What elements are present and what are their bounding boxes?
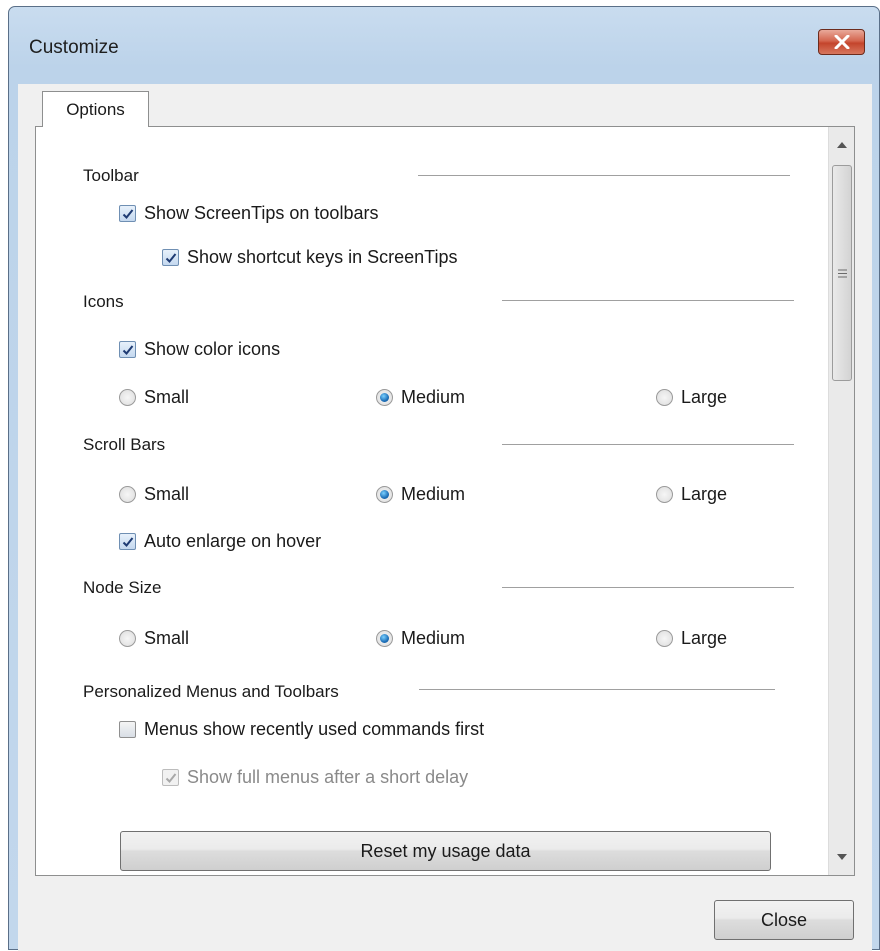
checkbox-box[interactable] xyxy=(119,205,136,222)
radio-nodesize-large[interactable]: Large xyxy=(656,628,727,649)
radio-label: Small xyxy=(144,484,190,504)
window-title: Customize xyxy=(29,37,119,58)
arrow-up-icon xyxy=(837,142,847,148)
checkbox-label: Show shortcut keys in ScreenTips xyxy=(187,247,458,267)
checkbox-box[interactable] xyxy=(119,721,136,738)
arrow-down-icon xyxy=(837,854,847,860)
section-divider xyxy=(502,444,794,445)
checkbox-box[interactable] xyxy=(162,769,179,786)
radio-button[interactable] xyxy=(656,486,673,503)
radio-label: Medium xyxy=(401,484,466,504)
checkbox-label: Show ScreenTips on toolbars xyxy=(144,203,379,223)
radio-selected-dot xyxy=(380,634,389,643)
radio-button[interactable] xyxy=(119,630,136,647)
radio-selected-dot xyxy=(380,490,389,499)
radio-scrollbars-medium[interactable]: Medium xyxy=(376,484,465,505)
section-label-scroll-bars: Scroll Bars xyxy=(83,435,166,454)
tab-options[interactable]: Options xyxy=(42,91,149,127)
section-divider xyxy=(502,300,794,301)
checkbox-box[interactable] xyxy=(162,249,179,266)
section-label-personalized: Personalized Menus and Toolbars xyxy=(83,682,339,701)
checkbox-label: Menus show recently used commands first xyxy=(144,719,485,739)
radio-label: Small xyxy=(144,387,190,407)
scroll-up-button[interactable] xyxy=(829,135,854,155)
checkmark-icon xyxy=(165,772,176,783)
radio-icons-medium[interactable]: Medium xyxy=(376,387,465,408)
grip-icon xyxy=(837,269,847,277)
scroll-down-button[interactable] xyxy=(829,847,854,867)
section-divider xyxy=(418,175,790,176)
radio-nodesize-small[interactable]: Small xyxy=(119,628,189,649)
section-divider xyxy=(502,587,794,588)
checkbox-full-menus[interactable]: Show full menus after a short delay xyxy=(162,767,468,788)
radio-icons-small[interactable]: Small xyxy=(119,387,189,408)
window-close-button[interactable] xyxy=(818,29,865,55)
radio-button[interactable] xyxy=(119,389,136,406)
radio-label: Large xyxy=(681,484,728,504)
customize-dialog: Customize Options Toolbar Show ScreenTip… xyxy=(8,6,880,951)
radio-button[interactable] xyxy=(376,389,393,406)
radio-nodesize-medium[interactable]: Medium xyxy=(376,628,465,649)
dialog-client-area: Options Toolbar Show ScreenTips on toolb… xyxy=(18,84,872,951)
options-panel: Toolbar Show ScreenTips on toolbars Show… xyxy=(35,126,855,876)
radio-button[interactable] xyxy=(376,486,393,503)
checkbox-recent-first[interactable]: Menus show recently used commands first xyxy=(119,719,484,740)
radio-scrollbars-small[interactable]: Small xyxy=(119,484,189,505)
checkbox-box[interactable] xyxy=(119,533,136,550)
reset-usage-data-button[interactable]: Reset my usage data xyxy=(120,831,771,871)
checkmark-icon xyxy=(122,208,133,219)
radio-scrollbars-large[interactable]: Large xyxy=(656,484,727,505)
checkmark-icon xyxy=(122,536,133,547)
radio-label: Large xyxy=(681,387,728,407)
radio-button[interactable] xyxy=(119,486,136,503)
checkbox-show-color-icons[interactable]: Show color icons xyxy=(119,339,280,360)
section-label-icons: Icons xyxy=(83,292,124,311)
section-label-node-size: Node Size xyxy=(83,578,162,597)
close-button[interactable]: Close xyxy=(714,900,854,940)
radio-button[interactable] xyxy=(376,630,393,647)
checkbox-label: Auto enlarge on hover xyxy=(144,531,322,551)
checkbox-show-screentips[interactable]: Show ScreenTips on toolbars xyxy=(119,203,378,224)
radio-label: Small xyxy=(144,628,190,648)
radio-label: Medium xyxy=(401,387,466,407)
checkbox-box[interactable] xyxy=(119,341,136,358)
section-divider xyxy=(419,689,775,690)
radio-icons-large[interactable]: Large xyxy=(656,387,727,408)
checkmark-icon xyxy=(122,344,133,355)
radio-button[interactable] xyxy=(656,389,673,406)
scroll-thumb[interactable] xyxy=(832,165,852,381)
radio-button[interactable] xyxy=(656,630,673,647)
section-label-toolbar: Toolbar xyxy=(83,166,139,185)
radio-label: Large xyxy=(681,628,728,648)
checkbox-auto-enlarge[interactable]: Auto enlarge on hover xyxy=(119,531,321,552)
checkbox-label: Show full menus after a short delay xyxy=(187,767,469,787)
checkmark-icon xyxy=(165,252,176,263)
vertical-scrollbar[interactable] xyxy=(828,127,854,875)
radio-label: Medium xyxy=(401,628,466,648)
radio-selected-dot xyxy=(380,393,389,402)
checkbox-label: Show color icons xyxy=(144,339,281,359)
close-icon xyxy=(834,35,849,49)
checkbox-show-shortcut-keys[interactable]: Show shortcut keys in ScreenTips xyxy=(162,247,457,268)
